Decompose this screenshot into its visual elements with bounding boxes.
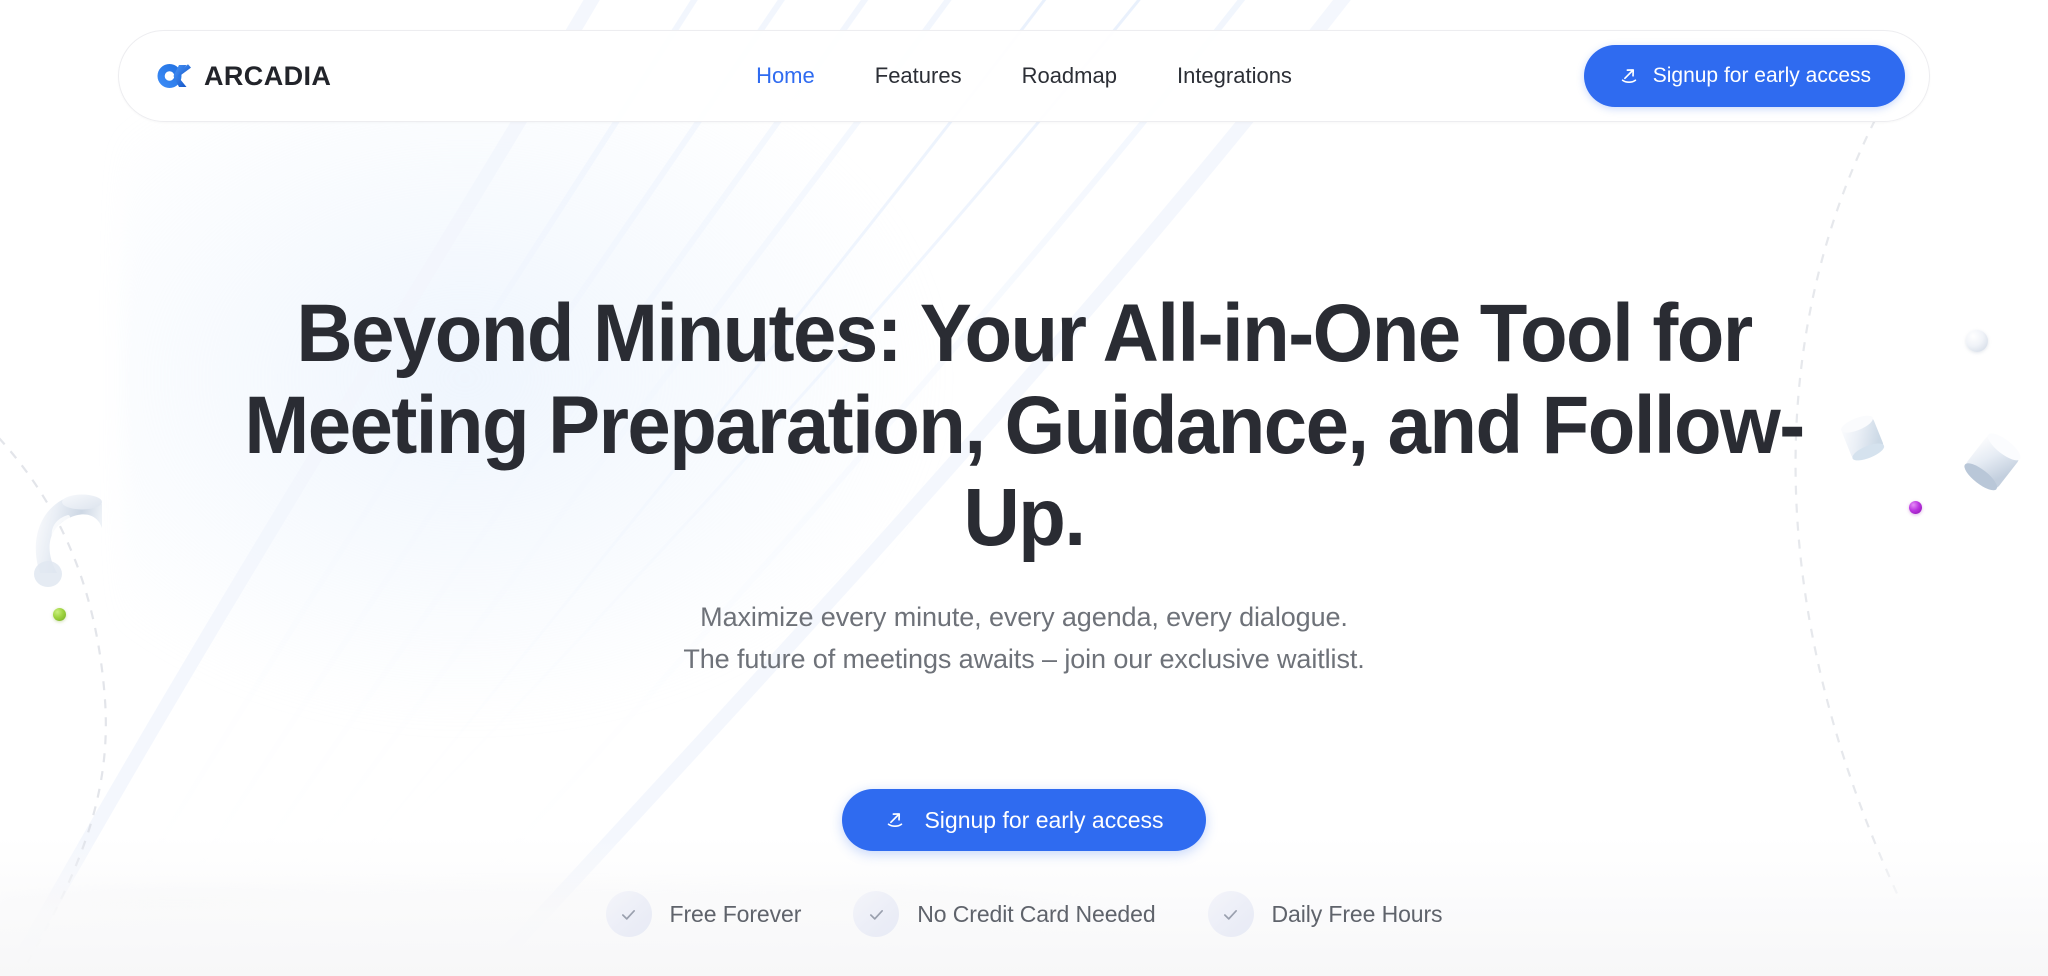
header-signup-label: Signup for early access bbox=[1652, 64, 1871, 87]
perks-list: Free Forever No Credit Card Needed Daily… bbox=[605, 891, 1443, 938]
landing-page: ARCADIA Home Features Roadmap Integratio… bbox=[0, 0, 2048, 976]
hero-subtitle-line-2: The future of meetings awaits – join our… bbox=[683, 644, 1365, 675]
perk-label: Daily Free Hours bbox=[1271, 900, 1443, 927]
arrow-up-right-launch-icon bbox=[1621, 69, 1636, 83]
hero-section: Beyond Minutes: Your All-in-One Tool for… bbox=[0, 0, 2048, 938]
nav-item-integrations[interactable]: Integrations bbox=[1177, 65, 1292, 87]
arrow-up-right-launch-icon bbox=[888, 813, 903, 828]
check-icon bbox=[1207, 891, 1254, 938]
header-signup-button[interactable]: Signup for early access bbox=[1583, 45, 1905, 107]
check-icon bbox=[853, 891, 900, 938]
nav-item-features[interactable]: Features bbox=[875, 65, 962, 87]
perk-label: Free Forever bbox=[669, 900, 802, 927]
hero-subtitle-line-1: Maximize every minute, every agenda, eve… bbox=[700, 602, 1348, 633]
page-title: Beyond Minutes: Your All-in-One Tool for… bbox=[244, 288, 1805, 563]
nav-item-home[interactable]: Home bbox=[756, 65, 815, 87]
perk-label: No Credit Card Needed bbox=[917, 900, 1156, 927]
check-icon bbox=[605, 891, 652, 938]
brand-logo-link[interactable]: ARCADIA bbox=[155, 61, 331, 91]
nav-item-roadmap[interactable]: Roadmap bbox=[1022, 65, 1117, 87]
site-header: ARCADIA Home Features Roadmap Integratio… bbox=[118, 30, 1930, 122]
brand-name: ARCADIA bbox=[204, 60, 332, 91]
hero-signup-button[interactable]: Signup for early access bbox=[842, 789, 1206, 852]
arcadia-logo-icon bbox=[157, 64, 191, 88]
hero-signup-label: Signup for early access bbox=[924, 806, 1164, 833]
perk-item: No Credit Card Needed bbox=[853, 891, 1156, 938]
hero-subtitle: Maximize every minute, every agenda, eve… bbox=[683, 597, 1364, 681]
primary-navigation: Home Features Roadmap Integrations bbox=[756, 65, 1292, 87]
perk-item: Free Forever bbox=[605, 891, 802, 938]
perk-item: Daily Free Hours bbox=[1207, 891, 1443, 938]
